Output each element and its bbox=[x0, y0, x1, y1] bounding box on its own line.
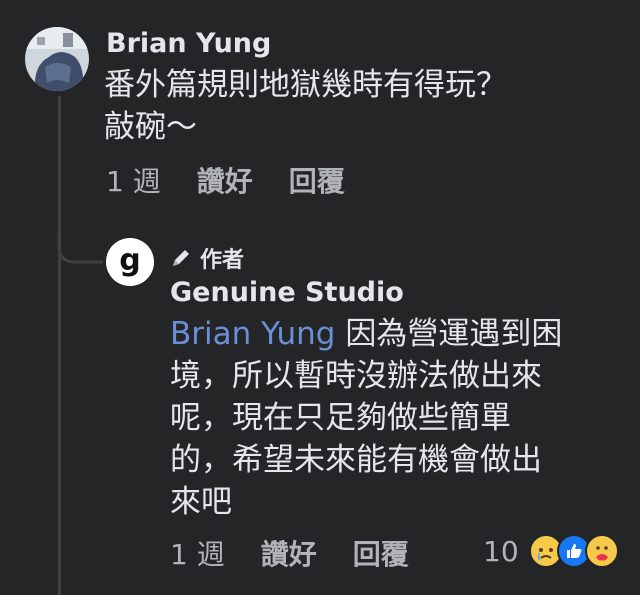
thread-branch bbox=[57, 230, 103, 264]
reply-text-line1: Brian Yung 因為營運遇到困 bbox=[170, 313, 562, 355]
comment-time[interactable]: 1 週 bbox=[106, 160, 161, 200]
comment-meta: 1 週 讚好 回覆 bbox=[106, 160, 345, 200]
reply-button[interactable]: 回覆 bbox=[289, 160, 345, 200]
reply-author[interactable]: Genuine Studio bbox=[170, 277, 404, 308]
avatar-genuine-studio[interactable]: g bbox=[106, 238, 154, 286]
comment-author[interactable]: Brian Yung bbox=[106, 28, 271, 59]
care-reaction-icon bbox=[584, 534, 619, 568]
thread-line bbox=[58, 96, 61, 595]
svg-text:g: g bbox=[119, 243, 140, 278]
reply-like-button[interactable]: 讚好 bbox=[261, 533, 317, 573]
pen-icon bbox=[173, 250, 189, 266]
reply-reply-button[interactable]: 回覆 bbox=[353, 533, 409, 573]
reply-time[interactable]: 1 週 bbox=[170, 533, 225, 573]
reply-text-line2: 境，所以暫時沒辦法做出來 bbox=[170, 358, 542, 394]
avatar-brian-yung[interactable] bbox=[25, 27, 89, 91]
reply-text-line3: 呢，現在只足夠做些簡單 bbox=[170, 400, 511, 436]
reaction-count: 10 bbox=[483, 534, 519, 568]
reply-text-line5: 來吧 bbox=[170, 484, 232, 520]
like-button[interactable]: 讚好 bbox=[197, 160, 253, 200]
reply-text-line1-rest: 因為營運遇到困 bbox=[335, 316, 563, 352]
reaction-summary[interactable]: 10 bbox=[483, 534, 619, 568]
comment-text-line1: 番外篇規則地獄幾時有得玩？ bbox=[104, 67, 507, 103]
reply-text-line4: 的，希望未來能有機會做出 bbox=[170, 442, 542, 478]
comment-text-line2: 敲碗～ bbox=[104, 109, 197, 145]
author-badge-label: 作者 bbox=[200, 248, 245, 273]
mention-link[interactable]: Brian Yung bbox=[170, 316, 335, 352]
reply-meta: 1 週 讚好 回覆 bbox=[170, 533, 409, 573]
author-badge: 作者 bbox=[170, 242, 244, 274]
